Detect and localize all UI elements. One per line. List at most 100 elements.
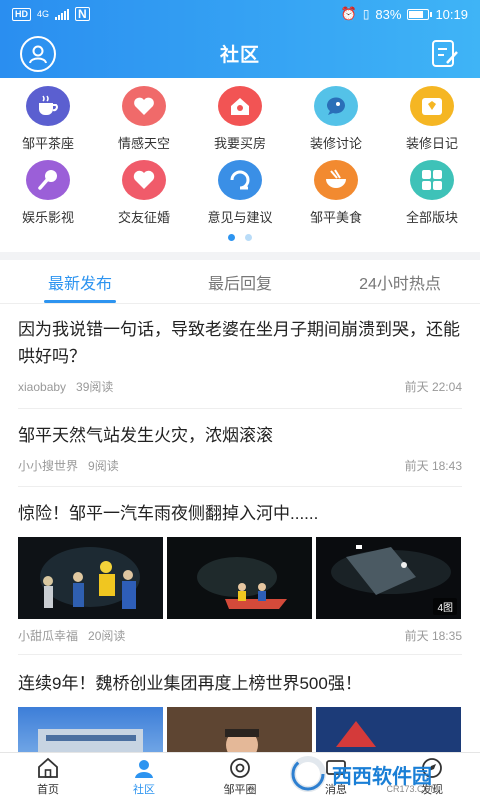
tab-24h-hot[interactable]: 24小时热点 (320, 260, 480, 303)
category-label: 邹平茶座 (21, 136, 74, 151)
tab-zouping-circle[interactable]: 邹平圈 (192, 753, 288, 800)
category-label: 意见与建议 (207, 210, 273, 225)
heart-hands-icon (122, 86, 166, 126)
post-image[interactable] (167, 707, 312, 757)
circle-eye-icon (230, 757, 250, 778)
page-title: 社区 (219, 44, 260, 66)
food-bowl-icon (314, 160, 358, 200)
signal-icon (55, 8, 70, 20)
tab-home[interactable]: 首页 (0, 753, 96, 800)
category-item[interactable]: 装修讨论 (288, 80, 384, 152)
page-dot-active (228, 234, 235, 241)
divider (18, 654, 462, 655)
watermark-sub: CR173.COM (386, 784, 438, 794)
tab-zouping-circle-label: 邹平圈 (223, 783, 257, 796)
category-item[interactable]: 装修日记 (384, 80, 480, 152)
category-item[interactable]: 意见与建议 (192, 154, 288, 226)
nfc-icon: N (75, 7, 90, 21)
category-label: 我要买房 (213, 136, 266, 151)
category-item[interactable]: 情感天空 (96, 80, 192, 152)
nav-bar: 社区 (0, 28, 480, 78)
post-author: 小小搜世界 (18, 459, 79, 473)
home-icon (38, 757, 58, 778)
divider (18, 408, 462, 409)
post-title: 惊险！邹平一汽车雨夜侧翻掉入河中...... (18, 504, 319, 523)
category-item[interactable]: 我要买房 (192, 80, 288, 152)
post-author: xiaobaby (18, 380, 67, 394)
post-meta: 小甜瓜幸福 20阅读 前天 18:35 (18, 627, 462, 644)
category-label: 娱乐影视 (21, 210, 74, 225)
post-image[interactable]: 4图 (316, 537, 461, 619)
category-label: 全部版块 (405, 210, 458, 225)
post-images (18, 707, 462, 757)
category-label: 交友征婚 (117, 210, 170, 225)
category-label: 邹平美食 (309, 210, 362, 225)
network-type: 4G (37, 9, 50, 19)
post-time: 前天 18:35 (404, 629, 462, 643)
category-item[interactable]: 邹平茶座 (0, 80, 96, 152)
love-heart-icon (122, 160, 166, 200)
post-meta: xiaobaby 39阅读 前天 22:04 (18, 378, 462, 395)
status-right: ⏰ ▯ 83% 10:19 (341, 6, 468, 22)
post-image[interactable] (167, 537, 312, 619)
hd-tag: HD (12, 7, 31, 21)
post-reads: 20阅读 (88, 629, 126, 643)
category-item[interactable]: 交友征婚 (96, 154, 192, 226)
page-indicator (0, 234, 480, 241)
post-reads: 9阅读 (88, 459, 119, 473)
section-divider (0, 252, 480, 260)
teacup-icon (26, 86, 70, 126)
user-avatar-icon[interactable] (20, 36, 56, 72)
category-item[interactable]: 邹平美食 (288, 154, 384, 226)
post-time: 前天 22:04 (404, 380, 462, 394)
tab-community-label: 社区 (133, 783, 155, 796)
post-image[interactable] (18, 537, 163, 619)
watermark-icon (290, 756, 326, 792)
status-left: HD 4G N (12, 7, 90, 21)
community-icon (135, 759, 153, 778)
diary-icon (410, 86, 454, 126)
category-label: 情感天空 (117, 136, 170, 151)
post-title: 因为我说错一句话，导致老婆在坐月子期间崩溃到哭，还能哄好吗？ (18, 320, 460, 366)
watermark-logo: 西西软件园 CR173.COM (290, 752, 460, 796)
post-title: 连续9年！魏桥创业集团再度上榜世界500强！ (18, 674, 362, 693)
post-image[interactable] (316, 707, 461, 757)
category-item[interactable]: 娱乐影视 (0, 154, 96, 226)
post-meta: 小小搜世界 9阅读 前天 18:43 (18, 457, 462, 474)
post-title: 邹平天然气站发生火灾，浓烟滚滚 (18, 426, 273, 445)
battery-percent: 83% (375, 6, 402, 22)
grid-icon (410, 160, 454, 200)
feedback-icon (218, 160, 262, 200)
post-time: 前天 18:43 (404, 459, 462, 473)
edit-note-icon[interactable] (430, 38, 460, 70)
category-label: 装修讨论 (309, 136, 362, 151)
list-item[interactable]: 连续9年！魏桥创业集团再度上榜世界500强！ (18, 670, 462, 757)
post-reads: 39阅读 (76, 380, 114, 394)
status-bar: HD 4G N ⏰ ▯ 83% 10:19 (0, 0, 480, 28)
microphone-icon (26, 160, 70, 200)
house-icon (218, 86, 262, 126)
tab-community[interactable]: 社区 (96, 753, 192, 800)
post-author: 小甜瓜幸福 (18, 629, 79, 643)
vibrate-icon: ▯ (362, 7, 370, 21)
post-tabs: 最新发布 最后回复 24小时热点 (0, 260, 480, 304)
app-header: HD 4G N ⏰ ▯ 83% 10:19 社区 (0, 0, 480, 78)
category-grid: 邹平茶座 情感天空 我要买房 装修讨论 装修日记娱乐影视 交友征婚 意见与建议 邹平美食 全部版… (0, 80, 480, 240)
list-item[interactable]: 因为我说错一句话，导致老婆在坐月子期间崩溃到哭，还能哄好吗？ xiaobaby 3… (18, 316, 462, 395)
image-count-badge: 4图 (433, 598, 457, 615)
list-item[interactable]: 邹平天然气站发生火灾，浓烟滚滚 小小搜世界 9阅读 前天 18:43 (18, 422, 462, 474)
tab-home-label: 首页 (37, 783, 59, 796)
battery-icon (407, 8, 433, 20)
category-item[interactable]: 全部版块 (384, 154, 480, 226)
category-label: 装修日记 (405, 136, 458, 151)
post-image[interactable] (18, 707, 163, 757)
page-dot (245, 234, 252, 241)
chat-bubble-icon (314, 86, 358, 126)
divider (18, 486, 462, 487)
post-images: 4图 (18, 537, 462, 619)
tab-latest[interactable]: 最新发布 (0, 260, 160, 303)
tab-last-reply[interactable]: 最后回复 (160, 260, 320, 303)
alarm-icon: ⏰ (340, 6, 357, 21)
clock: 10:19 (435, 6, 468, 22)
list-item[interactable]: 惊险！邹平一汽车雨夜侧翻掉入河中...... 4图 小甜瓜幸福 20阅读 前天 1… (18, 500, 462, 644)
